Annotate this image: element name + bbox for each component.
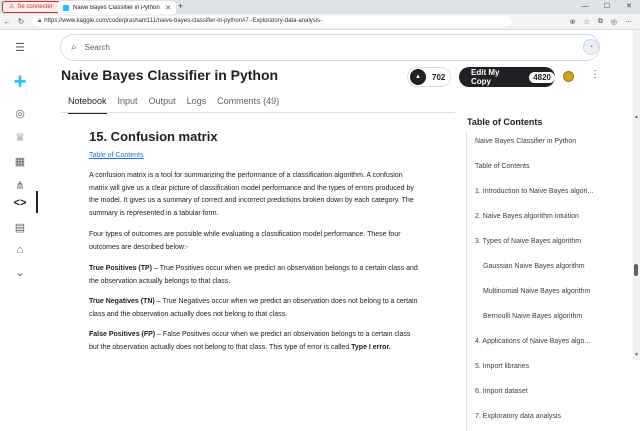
url-field[interactable]: 🔒︎ https://www.kaggle.com/code/prashant11…: [32, 16, 512, 27]
paragraph-true-negatives: True Negatives (TN) – True Negatives occ…: [89, 296, 419, 321]
page-scrollbar[interactable]: [633, 30, 640, 360]
tp-label: True Positives (TP): [89, 265, 153, 272]
browser-toolbar-icons: ⊕ ☆ ⧉ ◎ ⋯: [570, 18, 640, 26]
table-icon[interactable]: ▦: [10, 151, 30, 171]
toc-item[interactable]: 2. Naive Bayes algorithm intuition: [467, 206, 626, 231]
search-input[interactable]: Search: [85, 43, 110, 52]
nav-active-indicator: [36, 191, 38, 213]
toc-title: Table of Contents: [467, 117, 543, 127]
minimize-icon[interactable]: —: [574, 0, 596, 14]
security-alert-label: Se connecter: [17, 4, 53, 10]
paragraph-intro: A confusion matrix is a tool for summari…: [89, 172, 414, 217]
toc-item[interactable]: Table of Contents: [467, 156, 626, 181]
upvote-button[interactable]: ▲ 702: [407, 67, 451, 87]
edit-my-copy-button[interactable]: Edit My Copy 4820: [459, 67, 555, 87]
browser-menu-icon[interactable]: ⋯: [625, 18, 632, 26]
alert-icon: ⚠: [9, 4, 15, 10]
tabs-divider: [60, 112, 455, 113]
close-tab-icon[interactable]: ✕: [165, 4, 171, 12]
school-icon[interactable]: ⌂: [10, 240, 30, 260]
profile-icon[interactable]: ◎: [611, 18, 617, 26]
plus-icon[interactable]: +: [10, 69, 30, 94]
back-icon[interactable]: ←: [0, 17, 14, 26]
toc-subitem[interactable]: Multinomial Naive Bayes algorithm: [467, 281, 626, 306]
zoom-icon[interactable]: ⊕: [570, 18, 576, 26]
toc-item[interactable]: 3. Types of Naive Bayes algorithm: [467, 231, 626, 256]
medal-icon: [563, 71, 574, 82]
toc-subitem[interactable]: Gaussian Naive Bayes algorithm: [467, 256, 626, 281]
search-bar[interactable]: ⌕ Search: [60, 34, 600, 61]
maximize-icon[interactable]: ☐: [596, 0, 618, 14]
fp-error-type: Type I error.: [351, 343, 391, 351]
scroll-down-icon[interactable]: ▼: [634, 352, 639, 358]
toc-subitem[interactable]: Bernoulli Naive Bayes algorithm: [467, 306, 626, 331]
hierarchy-icon[interactable]: ⋔: [10, 175, 30, 195]
paragraph-true-positives: True Positives (TP) – True Positives occ…: [89, 263, 419, 288]
kaggle-left-nav: ☰ + ◎ ♕ ▦ ⋔ <> ▤ ⌂ ⌄: [0, 30, 40, 360]
toc-item[interactable]: 4. Applications of Naive Bayes algo...: [467, 331, 626, 356]
close-window-icon[interactable]: ✕: [618, 0, 640, 14]
browser-tab-strip: ⚠ Se connecter Naive Bayes Classifier in…: [0, 0, 640, 14]
security-alert-badge[interactable]: ⚠ Se connecter: [2, 1, 60, 13]
kaggle-favicon-icon: [63, 4, 69, 11]
favorite-star-icon[interactable]: ☆: [584, 18, 590, 26]
comments-icon[interactable]: ▤: [10, 217, 30, 237]
compass-icon[interactable]: ◎: [10, 103, 30, 123]
toc-item[interactable]: 1. Introduction to Naive Bayes algori...: [467, 181, 626, 206]
browser-tab-active[interactable]: Naive Bayes Classifier in Python ✕: [58, 1, 176, 14]
url-text: https://www.kaggle.com/code/prashant111/…: [44, 18, 323, 24]
search-icon: ⌕: [71, 42, 77, 53]
more-options-icon[interactable]: ⋮: [590, 69, 600, 80]
new-tab-button[interactable]: +: [178, 1, 183, 11]
address-bar-row: ← ↻ 🔒︎ https://www.kaggle.com/code/prasha…: [0, 14, 640, 30]
fp-label: False Positives (FP): [89, 331, 156, 338]
upvote-count: 702: [432, 72, 446, 82]
copies-count: 4820: [529, 71, 555, 83]
scroll-up-icon[interactable]: ▲: [634, 114, 639, 120]
browser-tab-title: Naive Bayes Classifier in Python: [73, 4, 160, 11]
paragraph-outcomes: Four types of outcomes are possible whil…: [89, 231, 401, 251]
table-of-contents-link[interactable]: Table of Contents: [89, 152, 143, 159]
tn-label: True Negatives (TN): [89, 298, 155, 305]
toc-item[interactable]: 7. Exploratory data analysis: [467, 406, 626, 431]
avatar[interactable]: ◔: [583, 39, 599, 55]
extensions-icon[interactable]: ⧉: [598, 18, 603, 26]
toc-item[interactable]: 6. Import dataset: [467, 381, 626, 406]
scrollbar-thumb[interactable]: [634, 264, 638, 276]
edit-my-copy-label: Edit My Copy: [471, 68, 500, 86]
refresh-icon[interactable]: ↻: [14, 17, 28, 26]
menu-icon[interactable]: ☰: [10, 37, 30, 57]
section-heading: 15. Confusion matrix: [89, 129, 218, 144]
toc-item[interactable]: Naive Bayes Classifier in Python: [467, 131, 626, 156]
paragraph-false-positives: False Positives (FP) – False Positives o…: [89, 329, 419, 354]
toc-list: Naive Bayes Classifier in Python Table o…: [466, 131, 626, 431]
code-icon[interactable]: <>: [10, 193, 30, 213]
window-controls: — ☐ ✕: [574, 0, 640, 14]
page-title: Naive Bayes Classifier in Python: [61, 67, 279, 83]
chevron-down-icon[interactable]: ⌄: [10, 262, 30, 282]
lock-icon: 🔒︎: [38, 18, 42, 24]
trophy-icon[interactable]: ♕: [10, 127, 30, 147]
upvote-arrow-icon: ▲: [410, 69, 426, 85]
